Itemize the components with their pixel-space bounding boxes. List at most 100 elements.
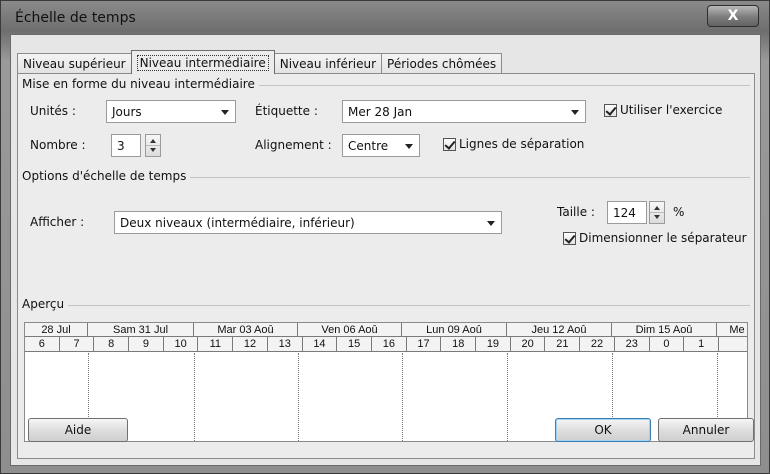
help-button[interactable]: Aide <box>28 418 128 442</box>
day-cell: 15 <box>337 337 372 352</box>
preview-title: Aperçu <box>22 297 69 311</box>
preview-bottom-tier: 6 7 8 9 10 11 12 13 14 15 16 17 18 19 20 21 22 23 0 1 <box>25 337 747 352</box>
count-spinner[interactable] <box>145 134 161 157</box>
fiscal-year-checkbox[interactable]: Utiliser l'exercice <box>604 103 722 117</box>
units-select[interactable]: Jours <box>106 100 236 123</box>
label-select[interactable]: Mer 28 Jan <box>342 100 586 123</box>
chevron-down-icon <box>571 110 579 115</box>
units-label: Unités : <box>30 104 76 118</box>
label-value: Mer 28 Jan <box>348 104 413 119</box>
day-cell: 12 <box>233 337 268 352</box>
tab-label: Niveau intermédiaire <box>136 54 269 71</box>
ok-button[interactable]: OK <box>555 418 651 442</box>
checkbox-checked-icon <box>563 231 576 245</box>
tab-bottom-level[interactable]: Niveau inférieur <box>273 53 383 74</box>
label-label: Étiquette : <box>255 104 318 118</box>
tier-cell: Lun 09 Aoû <box>402 323 507 337</box>
alignment-value: Centre <box>348 138 389 153</box>
help-button-label: Aide <box>64 423 92 437</box>
dialog-body: Niveau supérieur Niveau intermédiaire Ni… <box>10 34 761 466</box>
day-cell: 11 <box>199 337 234 352</box>
day-cell: 13 <box>268 337 303 352</box>
spin-down-icon[interactable] <box>654 215 660 219</box>
day-cell: 17 <box>407 337 442 352</box>
tier-cell: Ven 06 Aoû <box>298 323 402 337</box>
day-cell: 10 <box>164 337 199 352</box>
show-select[interactable]: Deux niveaux (intermédiaire, inférieur) <box>114 211 502 234</box>
spin-divider <box>146 145 160 146</box>
day-cell: 20 <box>511 337 546 352</box>
day-cell: 8 <box>94 337 130 352</box>
close-icon: X <box>727 8 739 24</box>
tier-cell: Sam 31 Jul <box>88 323 194 337</box>
alignment-select[interactable]: Centre <box>342 134 420 157</box>
separator-lines-checkbox[interactable]: Lignes de séparation <box>443 137 584 151</box>
tab-nonworking-time[interactable]: Périodes chômées <box>381 53 503 74</box>
tab-panel: Mise en forme du niveau intermédiaire Un… <box>17 73 755 459</box>
count-label: Nombre : <box>30 138 86 152</box>
day-cell: 6 <box>25 337 60 352</box>
fiscal-year-label: Utiliser l'exercice <box>620 103 723 117</box>
scale-separator-checkbox[interactable]: Dimensionner le séparateur <box>563 231 747 245</box>
day-cell: 1 <box>684 337 719 352</box>
tier-cell: 28 Jul <box>25 323 88 337</box>
day-cell: 14 <box>303 337 338 352</box>
show-value: Deux niveaux (intermédiaire, inférieur) <box>120 215 355 230</box>
units-label-text: Unités : <box>30 104 76 118</box>
scale-separator-label: Dimensionner le séparateur <box>579 231 747 245</box>
day-cell: 19 <box>476 337 511 352</box>
day-cell: 16 <box>372 337 407 352</box>
cancel-button[interactable]: Annuler <box>658 418 754 442</box>
tab-strip: Niveau supérieur Niveau intermédiaire Ni… <box>17 50 503 74</box>
day-cell: 0 <box>650 337 685 352</box>
tier-cell: Me <box>729 324 745 336</box>
preview-middle-tier: 28 Jul Sam 31 Jul Mar 03 Aoû Ven 06 Aoû … <box>25 323 747 337</box>
tab-label: Périodes chômées <box>387 57 497 71</box>
timescale-group-title: Options d'échelle de temps <box>22 169 191 183</box>
tab-label: Niveau inférieur <box>279 57 377 71</box>
dialog-window: Échelle de temps X Niveau supérieur Nive… <box>0 0 770 474</box>
size-value: 124 <box>613 205 636 220</box>
title-bar[interactable]: Échelle de temps X <box>1 1 769 33</box>
day-cell: 21 <box>546 337 581 352</box>
count-value: 3 <box>117 138 125 153</box>
alignment-label: Alignement : <box>255 138 332 152</box>
day-cell: 22 <box>580 337 615 352</box>
checkbox-checked-icon <box>443 137 456 151</box>
day-cell: 9 <box>129 337 164 352</box>
separator-line <box>298 353 299 441</box>
separator-line <box>402 353 403 441</box>
tier-cell: Jeu 12 Aoû <box>507 323 612 337</box>
size-unit: % <box>673 205 685 219</box>
close-button[interactable]: X <box>707 5 759 27</box>
group-divider <box>22 305 750 306</box>
separator-line <box>194 353 195 441</box>
tier-cell: Dim 15 Aoû <box>612 323 717 337</box>
format-group-title: Mise en forme du niveau intermédiaire <box>22 77 259 91</box>
count-input[interactable]: 3 <box>111 134 141 157</box>
spin-down-icon[interactable] <box>150 148 156 152</box>
show-label: Afficher : <box>30 215 85 229</box>
spin-up-icon[interactable] <box>654 206 660 210</box>
size-label: Taille : <box>557 205 595 219</box>
day-cell: 18 <box>441 337 477 352</box>
separator-line <box>507 353 508 441</box>
window-title: Échelle de temps <box>15 10 136 26</box>
tier-cell: Mar 03 Aoû <box>194 323 298 337</box>
ok-button-label: OK <box>594 423 612 437</box>
units-value: Jours <box>112 104 142 119</box>
spin-up-icon[interactable] <box>150 139 156 143</box>
day-cell: 7 <box>60 337 95 352</box>
chevron-down-icon <box>487 221 495 226</box>
day-cell: 23 <box>615 337 650 352</box>
checkbox-checked-icon <box>604 103 617 117</box>
size-spinner[interactable] <box>649 201 665 224</box>
tab-label: Niveau supérieur <box>23 57 126 71</box>
cancel-button-label: Annuler <box>682 423 730 437</box>
size-input[interactable]: 124 <box>607 201 647 224</box>
tab-top-level[interactable]: Niveau supérieur <box>17 53 132 74</box>
spin-divider <box>650 212 664 213</box>
chevron-down-icon <box>221 110 229 115</box>
separator-lines-label: Lignes de séparation <box>459 137 585 151</box>
tab-middle-level[interactable]: Niveau intermédiaire <box>130 50 275 74</box>
